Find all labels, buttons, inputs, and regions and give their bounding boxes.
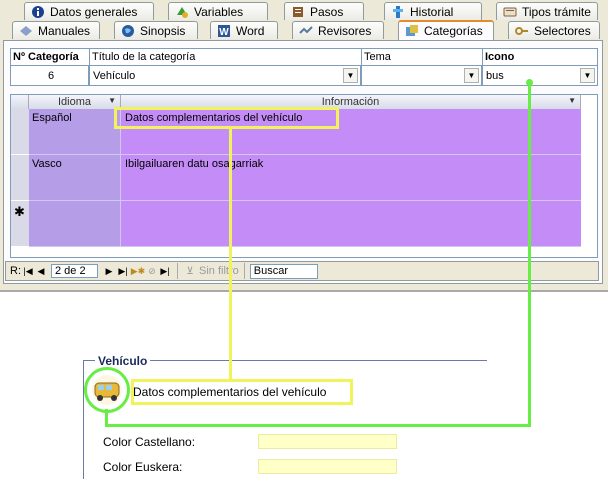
application-window: Datos generales Variables Pasos Historia… [0, 0, 608, 290]
record-position-input[interactable]: 2 de 2 [51, 264, 98, 278]
toolbar-separator [177, 263, 178, 279]
chevron-down-icon[interactable]: ▼ [568, 96, 576, 105]
tab-row-top: Datos generales Variables Pasos Historia… [0, 2, 608, 21]
last-record-icon[interactable]: ▶| [116, 263, 130, 279]
goto-record-icon[interactable]: ▶| [158, 263, 172, 279]
info-icon [31, 5, 45, 19]
tab-label: Revisores [318, 23, 372, 38]
tab-label: Pasos [310, 4, 344, 19]
icono-header: Icono [482, 48, 598, 66]
idioma-column-label: Idioma [57, 96, 92, 108]
tab-label: Datos generales [50, 4, 138, 19]
color-castellano-label: Color Castellano: [103, 435, 196, 449]
callout-anchor-dot [526, 79, 533, 86]
informacion-cell[interactable]: Ibilgailuaren datu osagarriak [121, 155, 581, 201]
previous-record-icon[interactable]: ◀ [35, 263, 47, 279]
idioma-new-cell[interactable] [29, 201, 121, 247]
new-record-nav-icon[interactable]: ▶✱ [130, 263, 146, 279]
new-record-icon: ✱ [14, 204, 25, 219]
icono-field[interactable]: bus ▼ [482, 66, 598, 86]
window-bottom-border [0, 290, 608, 292]
toolbar-separator [243, 263, 245, 279]
row-selector[interactable] [11, 155, 29, 201]
word-icon: W [217, 24, 231, 38]
callout-highlight-info-cell [114, 107, 339, 129]
informacion-value: Ibilgailuaren datu osagarriak [125, 158, 264, 170]
book-icon [291, 5, 305, 19]
chevron-down-icon[interactable]: ▼ [580, 68, 595, 83]
filter-status[interactable]: Sin filtro [199, 263, 239, 279]
search-placeholder: Buscar [253, 265, 288, 277]
idioma-column-header[interactable]: Idioma ▼ [29, 95, 121, 109]
record-label: R: [10, 265, 21, 277]
svg-text:W: W [219, 27, 229, 38]
titulo-categoria-field[interactable]: Vehículo ▼ [89, 66, 361, 86]
num-categoria-header: Nº Categoría [10, 48, 89, 66]
tab-historial[interactable]: Historial [384, 2, 482, 20]
filter-icon[interactable]: ⊻ [183, 263, 197, 279]
tab-label: Tipos trámite [522, 4, 591, 19]
tab-label: Sinopsis [140, 23, 186, 38]
tab-pasos[interactable]: Pasos [284, 2, 364, 20]
tab-label: Historial [410, 4, 454, 19]
key-icon [515, 24, 529, 38]
callout-connector-green [105, 424, 531, 427]
callout-connector-yellow [229, 127, 232, 379]
titulo-categoria-value: Vehículo [93, 69, 136, 82]
tab-label: Selectores [534, 23, 591, 38]
fieldset-left-border [83, 360, 84, 479]
callout-highlight-icon [84, 367, 130, 413]
tab-row-bottom: Manuales Sinopsis W Word Revisores Categ… [0, 20, 608, 40]
tab-manuales[interactable]: Manuales [12, 21, 100, 39]
num-categoria-value: 6 [47, 69, 55, 82]
idioma-cell[interactable]: Vasco [29, 155, 121, 201]
chevron-down-icon[interactable]: ▼ [343, 68, 358, 83]
tab-variables[interactable]: Variables [168, 2, 268, 20]
idioma-value: Vasco [32, 158, 62, 170]
new-row-selector[interactable]: ✱ [11, 201, 29, 247]
tab-revisores[interactable]: Revisores [292, 21, 384, 39]
tab-label: Categorías [424, 24, 483, 38]
color-castellano-input[interactable] [258, 434, 397, 449]
tab-word[interactable]: W Word [210, 21, 278, 39]
tab-label: Word [236, 23, 265, 38]
num-categoria-field[interactable]: 6 [10, 66, 89, 86]
tab-datos-generales[interactable]: Datos generales [24, 2, 154, 20]
search-input[interactable]: Buscar [249, 263, 318, 279]
fieldset-legend: Vehículo [95, 354, 151, 368]
chevron-down-icon[interactable]: ▼ [464, 68, 479, 83]
tab-selectores[interactable]: Selectores [508, 21, 600, 39]
tab-label: Variables [194, 4, 244, 19]
variables-icon [175, 5, 189, 19]
callout-highlight-description [131, 379, 353, 405]
icono-value: bus [486, 69, 504, 82]
color-euskera-input[interactable] [258, 459, 397, 474]
tag-icon [503, 5, 517, 19]
idioma-cell[interactable]: Español [29, 109, 121, 155]
delete-record-icon[interactable]: ⊘ [146, 263, 158, 279]
history-icon [391, 5, 405, 19]
row-selector-header[interactable] [11, 95, 29, 109]
callout-connector-green [528, 83, 531, 427]
color-euskera-label: Color Euskera: [103, 460, 183, 474]
tab-label: Manuales [38, 23, 91, 38]
titulo-categoria-header: Título de la categoría [89, 48, 361, 66]
informacion-new-cell[interactable] [121, 201, 581, 247]
review-icon [299, 24, 313, 38]
record-position-value: 2 de 2 [55, 265, 86, 277]
idioma-value: Español [32, 112, 72, 124]
tab-tipos-tramite[interactable]: Tipos trámite [496, 2, 598, 20]
record-navigation-bar: R: |◀ ◀ 2 de 2 ▶ ▶| ▶✱ ⊘ ▶| ⊻ Sin filtro… [5, 261, 599, 281]
tema-field[interactable]: ▼ [361, 66, 482, 86]
first-record-icon[interactable]: |◀ [21, 263, 35, 279]
categories-icon [405, 24, 419, 38]
globe-icon [121, 24, 135, 38]
row-selector[interactable] [11, 109, 29, 155]
chevron-down-icon[interactable]: ▼ [108, 96, 116, 105]
tab-sinopsis[interactable]: Sinopsis [114, 21, 198, 39]
next-record-icon[interactable]: ▶ [102, 263, 116, 279]
tab-categorias[interactable]: Categorías [398, 20, 494, 40]
tema-header: Tema [361, 48, 482, 66]
manual-icon [19, 24, 33, 38]
